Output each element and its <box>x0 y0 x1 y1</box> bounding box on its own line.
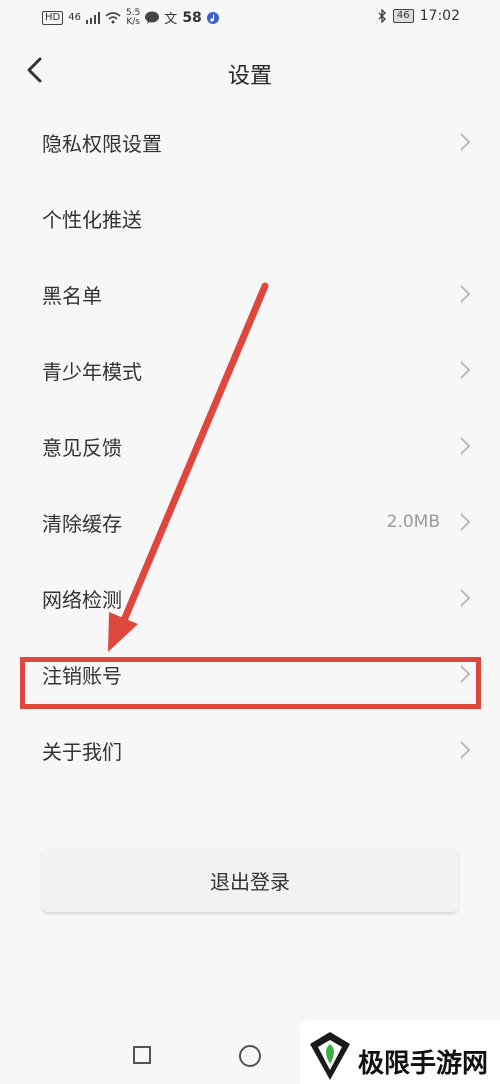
chevron-right-icon <box>460 285 471 303</box>
battery-indicator: 46 <box>392 9 414 23</box>
settings-list: 隐私权限设置 个性化推送 黑名单 青少年模式 意见反馈 清除缓存 2.0MB 网… <box>0 104 500 788</box>
wifi-icon <box>105 11 121 23</box>
chevron-right-icon <box>460 741 471 759</box>
menu-item-label: 意见反馈 <box>42 435 122 460</box>
chevron-right-icon <box>460 437 471 455</box>
menu-item-label: 黑名单 <box>42 283 102 308</box>
notification-count: 58 <box>182 9 202 26</box>
hd-badge: HD <box>42 10 64 25</box>
menu-item-feedback[interactable]: 意见反馈 <box>0 408 500 484</box>
status-right: 46 17:02 <box>378 8 460 24</box>
menu-item-label: 关于我们 <box>42 739 122 764</box>
menu-item-network-check[interactable]: 网络检测 <box>0 560 500 636</box>
signal-icon <box>85 11 100 24</box>
chat-bubble-icon <box>145 11 160 24</box>
music-app-icon <box>206 11 219 24</box>
logout-button[interactable]: 退出登录 <box>42 848 458 912</box>
chevron-right-icon <box>460 665 471 683</box>
menu-item-teen-mode[interactable]: 青少年模式 <box>0 332 500 408</box>
bluetooth-icon <box>378 9 386 23</box>
watermark-text: 极限手游网 <box>358 1049 489 1079</box>
status-bar: HD 46 5.5 K/s 文 58 46 17:02 <box>0 0 500 38</box>
menu-item-clear-cache[interactable]: 清除缓存 2.0MB <box>0 484 500 560</box>
clock: 17:02 <box>419 8 460 24</box>
recent-apps-button[interactable] <box>133 1046 151 1064</box>
status-left: HD 46 5.5 K/s 文 58 <box>42 8 219 27</box>
menu-item-label: 网络检测 <box>42 587 122 612</box>
network-type: 46 <box>68 11 81 23</box>
cache-size-value: 2.0MB <box>386 512 440 532</box>
menu-item-label: 清除缓存 <box>42 511 122 536</box>
text-app-icon: 文 <box>164 12 178 27</box>
chevron-right-icon <box>460 361 471 379</box>
header-bar: 设置 <box>0 38 500 104</box>
network-speed: 5.5 K/s <box>125 7 141 27</box>
chevron-right-icon <box>460 513 471 531</box>
watermark-logo-icon <box>310 1032 350 1080</box>
menu-item-label: 青少年模式 <box>42 359 142 384</box>
menu-item-blacklist[interactable]: 黑名单 <box>0 256 500 332</box>
chevron-right-icon <box>460 589 471 607</box>
chevron-right-icon <box>460 133 471 151</box>
home-button[interactable] <box>239 1045 261 1067</box>
menu-item-label: 注销账号 <box>42 663 122 688</box>
menu-item-personalized-push[interactable]: 个性化推送 <box>0 180 500 256</box>
menu-item-about-us[interactable]: 关于我们 <box>0 712 500 788</box>
menu-item-privacy-settings[interactable]: 隐私权限设置 <box>0 104 500 180</box>
menu-item-label: 隐私权限设置 <box>42 131 162 156</box>
page-title: 设置 <box>227 64 272 89</box>
menu-item-delete-account[interactable]: 注销账号 <box>0 636 500 712</box>
menu-item-label: 个性化推送 <box>42 207 142 232</box>
